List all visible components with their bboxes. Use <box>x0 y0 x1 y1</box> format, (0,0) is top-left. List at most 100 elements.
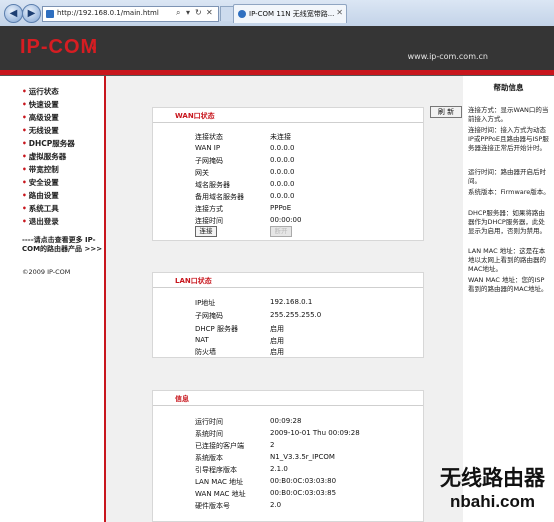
row-label: 引导程序版本 <box>195 466 237 474</box>
close-icon[interactable]: ✕ <box>336 8 343 17</box>
row-value: N1_V3.3.5r_IPCOM <box>270 453 335 461</box>
row-label: LAN MAC 地址 <box>195 478 244 486</box>
nav-label: 无线设置 <box>28 126 59 135</box>
nav-label: 退出登录 <box>28 217 59 226</box>
tab-title: IP-COM 11N 无线宽带路... <box>249 10 335 18</box>
refresh-button[interactable]: 刷 新 <box>430 106 462 118</box>
row-value: 启用 <box>270 337 284 345</box>
stop-icon[interactable]: ✕ <box>206 8 213 17</box>
panel-title: WAN口状态 <box>175 112 215 120</box>
nav-label: 安全设置 <box>28 178 59 187</box>
panel-title: LAN口状态 <box>175 277 212 285</box>
tab-active[interactable]: IP-COM 11N 无线宽带路... ✕ <box>233 4 347 23</box>
row-value: 未连接 <box>270 133 291 141</box>
row-label: 系统时间 <box>195 430 223 438</box>
nav-item-advanced[interactable]: • 高级设置 <box>22 112 59 123</box>
nav-label: 高级设置 <box>28 113 59 122</box>
nav-label: 带宽控制 <box>28 165 59 174</box>
nav-label: 虚拟服务器 <box>28 152 67 161</box>
dropdown-icon[interactable]: ▾ <box>186 8 190 17</box>
row-label: 备用域名服务器 <box>195 193 244 201</box>
row-label: NAT <box>195 336 209 344</box>
nav-label: DHCP服务器 <box>28 139 75 148</box>
row-label: 域名服务器 <box>195 181 230 189</box>
left-nav: • 运行状态 • 快速设置 • 高级设置 • 无线设置 • DHCP服务器 • 虚拟服务器 … <box>0 76 104 522</box>
back-icon[interactable]: ◀ <box>4 4 23 23</box>
refresh-icon[interactable]: ↻ <box>195 8 202 17</box>
row-value: 192.168.0.1 <box>270 298 313 306</box>
watermark-title: 无线路由器 <box>440 465 545 490</box>
nav-label: 系统工具 <box>28 204 59 213</box>
row-label: 子网掩码 <box>195 312 223 320</box>
nav-item-security[interactable]: • 安全设置 <box>22 177 59 188</box>
panel-header: LAN口状态 <box>153 273 423 288</box>
help-title: 帮助信息 <box>493 83 524 92</box>
row-value: 00:B0:0C:03:03:85 <box>270 489 337 497</box>
row-value: 00:00:00 <box>270 216 302 224</box>
nav-item-logout[interactable]: • 退出登录 <box>22 216 59 227</box>
row-value: 启用 <box>270 325 284 333</box>
row-value: 00:B0:0C:03:03:80 <box>270 477 337 485</box>
logo-dot <box>92 46 96 50</box>
brand-logo: IP-COM <box>20 36 99 58</box>
address-bar[interactable]: http://192.168.0.1/main.html ⌕ ▾ ↻ ✕ <box>42 6 219 22</box>
main-content: 刷 新 WAN口状态 连接状态 未连接 WAN IP 0.0.0.0 子网掩码 … <box>104 76 465 522</box>
row-label: WAN IP <box>195 144 221 152</box>
row-label: 网关 <box>195 169 209 177</box>
nav-item-wireless[interactable]: • 无线设置 <box>22 125 59 136</box>
panel-title: 信息 <box>175 395 189 403</box>
row-value: 2009-10-01 Thu 00:09:28 <box>270 429 360 437</box>
nav-label: 运行状态 <box>28 87 59 96</box>
help-text: LAN MAC 地址：这是在本地以太网上看到的路由器的MAC地址。 <box>468 247 546 273</box>
row-label: 防火墙 <box>195 348 216 356</box>
browser-chrome: ◀ ▶ http://192.168.0.1/main.html ⌕ ▾ ↻ ✕… <box>0 0 554 27</box>
row-value: 0.0.0.0 <box>270 192 295 200</box>
help-text: 连接方式：显示WAN口的当前接入方式。 <box>468 106 549 123</box>
site-url: www.ip-com.com.cn <box>407 52 488 61</box>
nav-item-system-tools[interactable]: • 系统工具 <box>22 203 59 214</box>
panel-header: 信息 <box>153 391 423 406</box>
help-text: 运行时间：路由器开启后时间。 <box>468 168 546 185</box>
help-text: 连接时间：接入方式为动态IP或PPPoE且路由器与ISP服务器连接正常后开始计时… <box>468 126 549 152</box>
nav-item-quick-setup[interactable]: • 快速设置 <box>22 99 59 110</box>
panel-header: WAN口状态 <box>153 108 423 123</box>
watermark: 无线路由器 nbahi.com <box>440 462 554 522</box>
lan-status-panel: LAN口状态 IP地址 192.168.0.1 子网掩码 255.255.255… <box>152 272 424 358</box>
tab-inactive[interactable] <box>220 6 234 21</box>
info-panel: 信息 运行时间 00:09:28 系统时间 2009-10-01 Thu 00:… <box>152 390 424 522</box>
nav-item-routing[interactable]: • 路由设置 <box>22 190 59 201</box>
row-value: 2.0 <box>270 501 282 509</box>
row-label: 连接状态 <box>195 133 223 141</box>
row-label: DHCP 服务器 <box>195 325 238 333</box>
row-label: WAN MAC 地址 <box>195 490 246 498</box>
row-value: 2 <box>270 441 275 449</box>
nav-label: 快速设置 <box>28 100 59 109</box>
nav-item-virtual-server[interactable]: • 虚拟服务器 <box>22 151 66 162</box>
search-icon[interactable]: ⌕ <box>176 8 180 18</box>
copyright: ©2009 IP-COM <box>22 268 71 276</box>
row-label: IP地址 <box>195 299 216 307</box>
row-value: 0.0.0.0 <box>270 156 295 164</box>
router-header: IP-COM www.ip-com.com.cn <box>0 26 554 70</box>
row-label: 运行时间 <box>195 418 223 426</box>
row-label: 连接方式 <box>195 205 223 213</box>
help-text: WAN MAC 地址：您的ISP看到的路由器的MAC地址。 <box>468 276 548 293</box>
nav-item-dhcp[interactable]: • DHCP服务器 <box>22 138 75 149</box>
disconnect-button[interactable]: 断开 <box>270 226 292 237</box>
watermark-url: nbahi.com <box>450 492 536 511</box>
row-value: 0.0.0.0 <box>270 168 295 176</box>
row-label: 子网掩码 <box>195 157 223 165</box>
forward-icon[interactable]: ▶ <box>22 4 41 23</box>
row-value: 启用 <box>270 348 284 356</box>
help-text: DHCP服务器：如果将路由器作为DHCP服务器，此处显示为启用，否则为禁用。 <box>468 209 546 235</box>
favicon-icon <box>238 10 246 18</box>
help-panel: 帮助信息 连接方式：显示WAN口的当前接入方式。 连接时间：接入方式为动态IP或… <box>463 76 554 522</box>
row-label: 连接时间 <box>195 217 223 225</box>
nav-item-bandwidth[interactable]: • 带宽控制 <box>22 164 59 175</box>
connect-button[interactable]: 连接 <box>195 226 217 237</box>
nav-item-status[interactable]: • 运行状态 <box>22 86 59 97</box>
more-products-link[interactable]: ----请点击查看更多 IP-COM的路由器产品 >>> <box>22 236 104 254</box>
help-text: 系统版本：Firmware版本。 <box>468 188 550 196</box>
row-label: 已连接的客户端 <box>195 442 244 450</box>
address-text[interactable]: http://192.168.0.1/main.html <box>57 9 159 17</box>
